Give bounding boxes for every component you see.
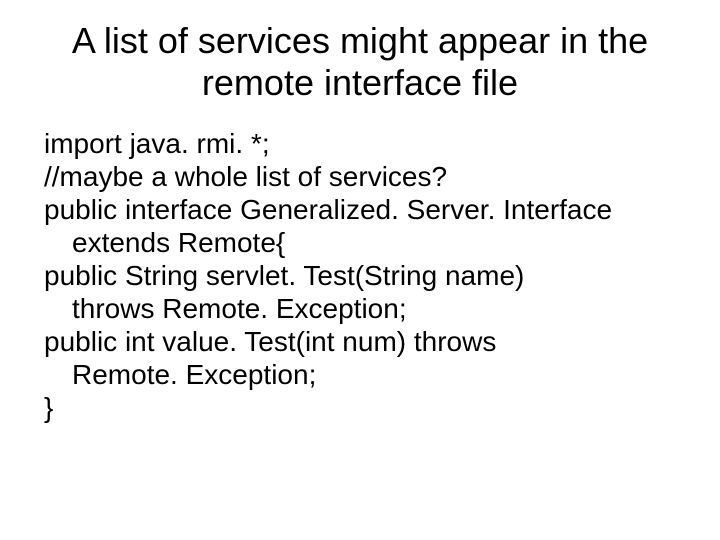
code-line: public interface Generalized. Server. In… — [44, 193, 676, 226]
code-block: import java. rmi. *; //maybe a whole lis… — [44, 127, 676, 424]
slide-title: A list of services might appear in the r… — [44, 20, 676, 105]
code-line: public String servlet. Test(String name) — [44, 259, 676, 292]
code-line: import java. rmi. *; — [44, 127, 676, 160]
code-line: extends Remote{ — [44, 226, 676, 259]
code-line: } — [44, 391, 676, 424]
code-line: throws Remote. Exception; — [44, 292, 676, 325]
code-line: Remote. Exception; — [44, 358, 676, 391]
slide: A list of services might appear in the r… — [0, 0, 720, 540]
code-line: //maybe a whole list of services? — [44, 160, 676, 193]
code-line: public int value. Test(int num) throws — [44, 325, 676, 358]
